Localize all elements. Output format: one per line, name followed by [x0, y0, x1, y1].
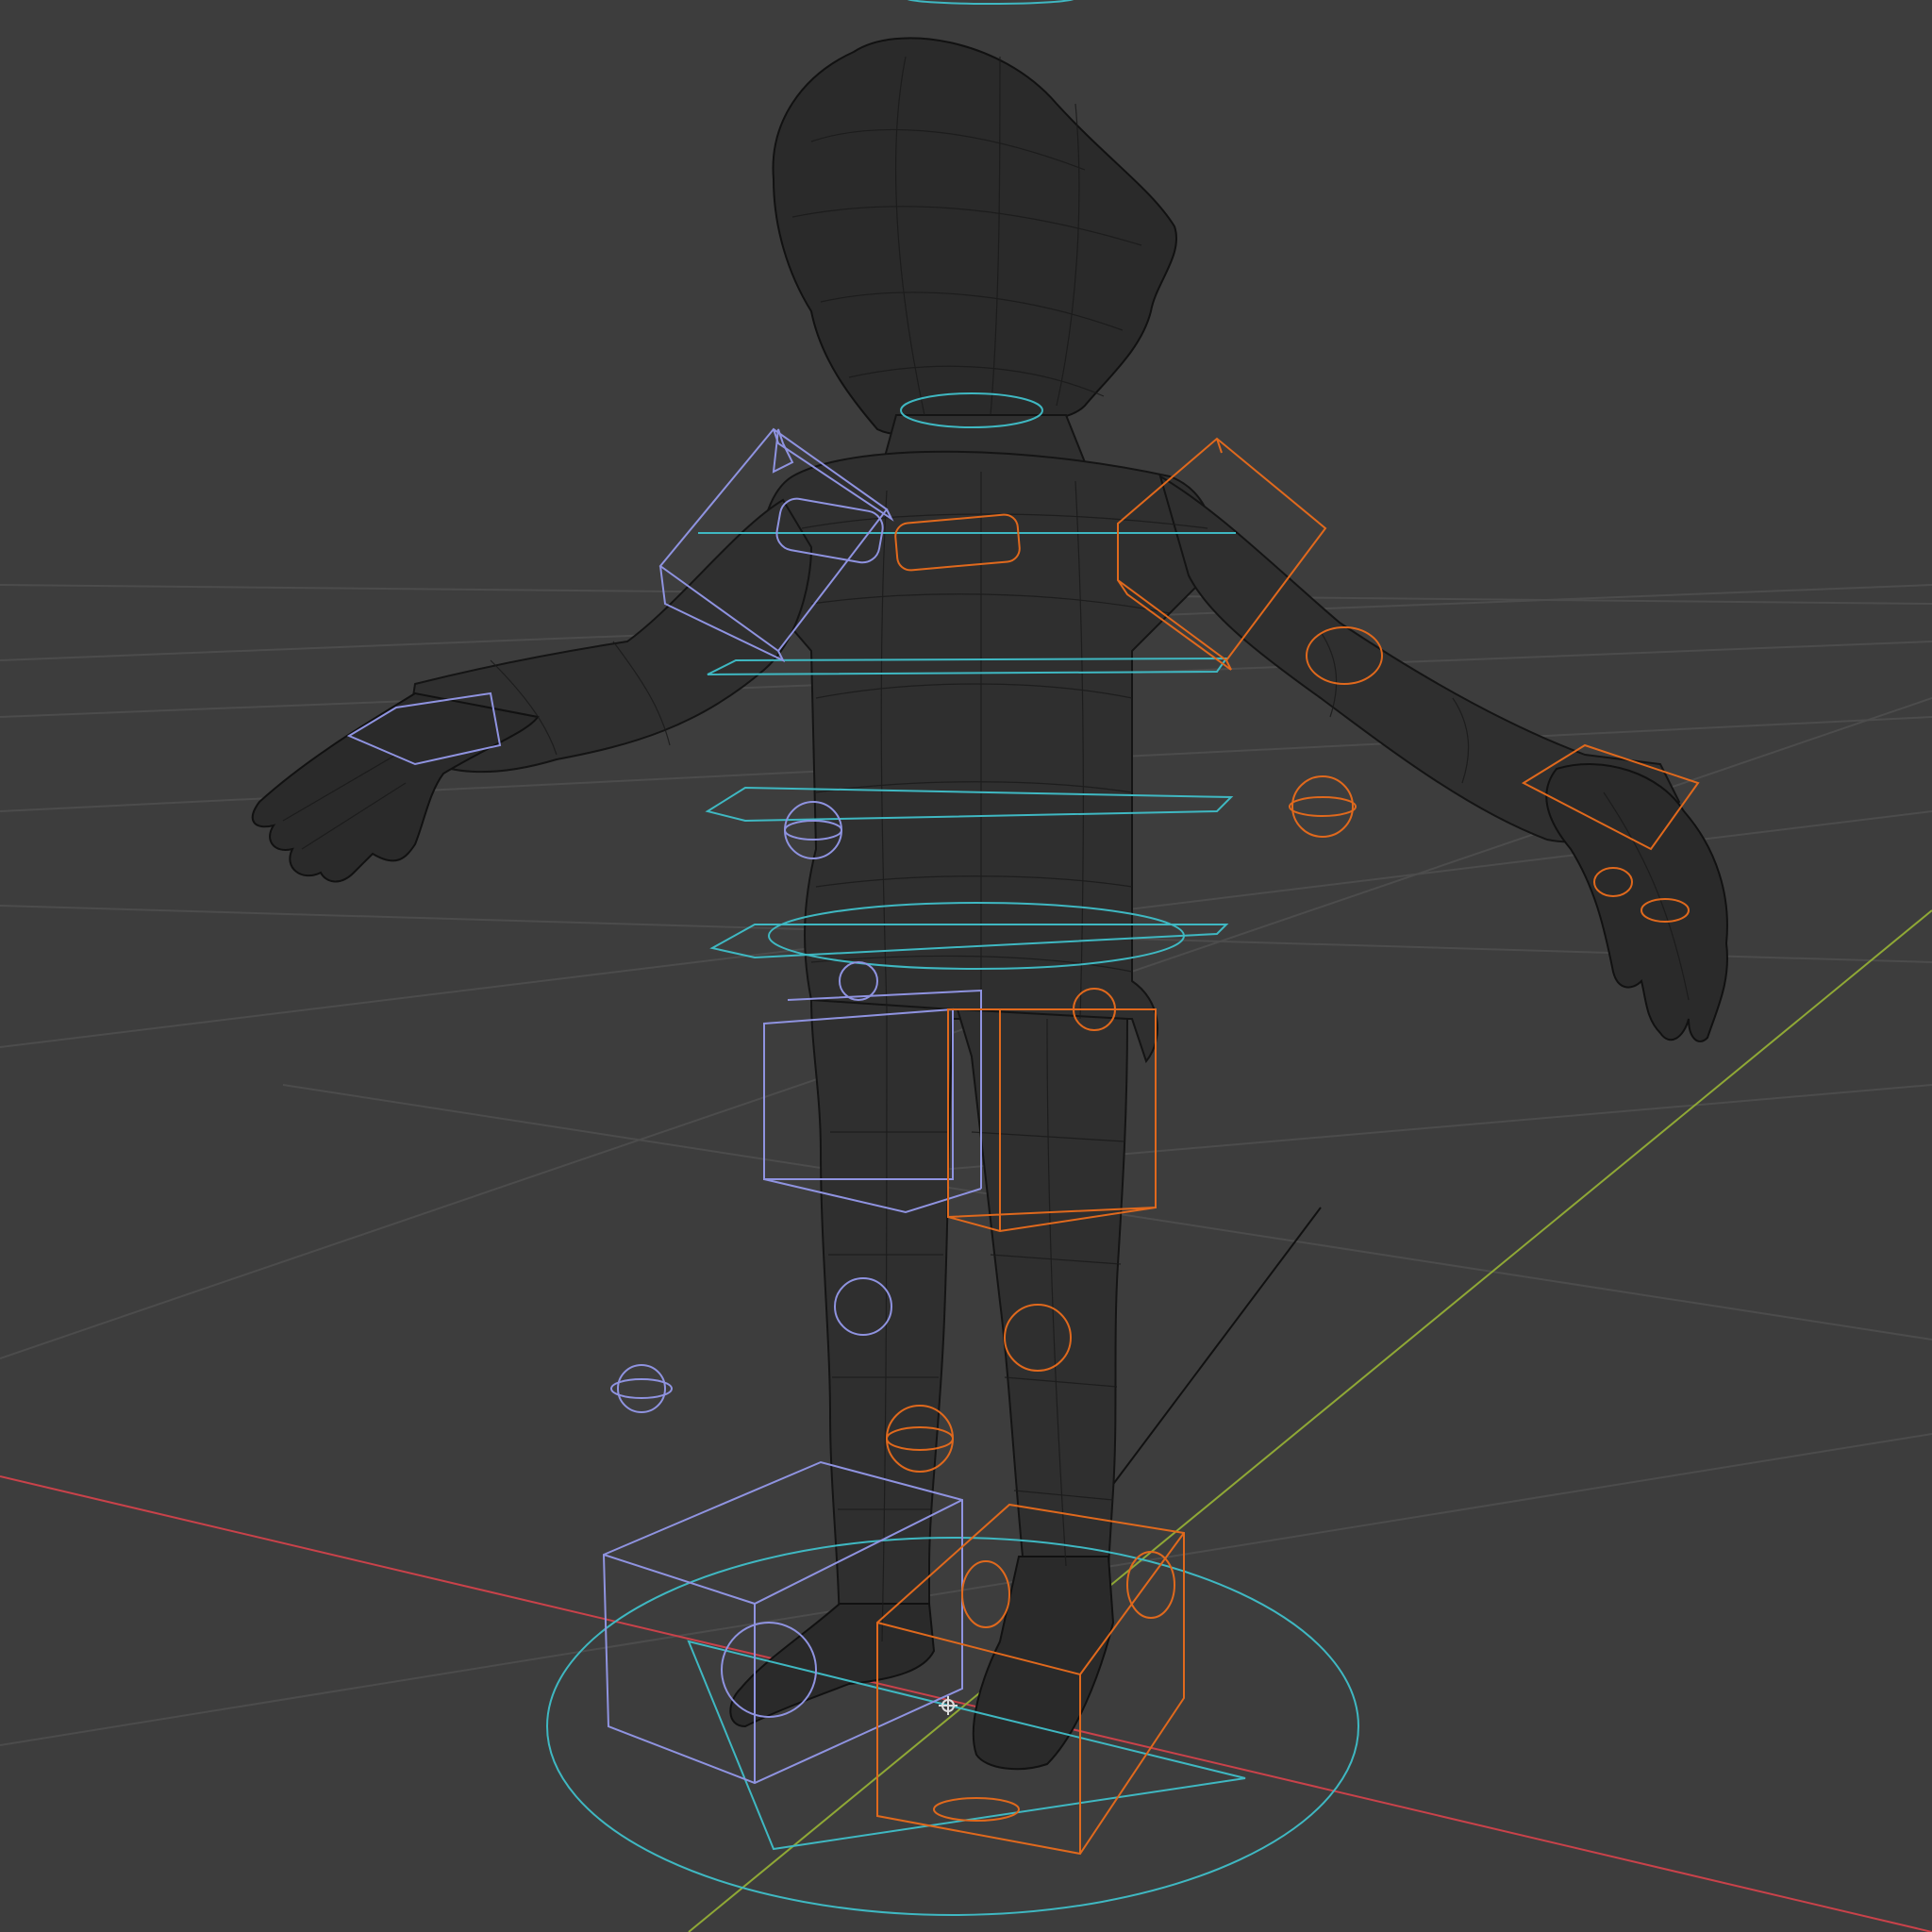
3d-viewport[interactable] — [0, 0, 1932, 1932]
viewport-canvas[interactable] — [0, 0, 1932, 1932]
